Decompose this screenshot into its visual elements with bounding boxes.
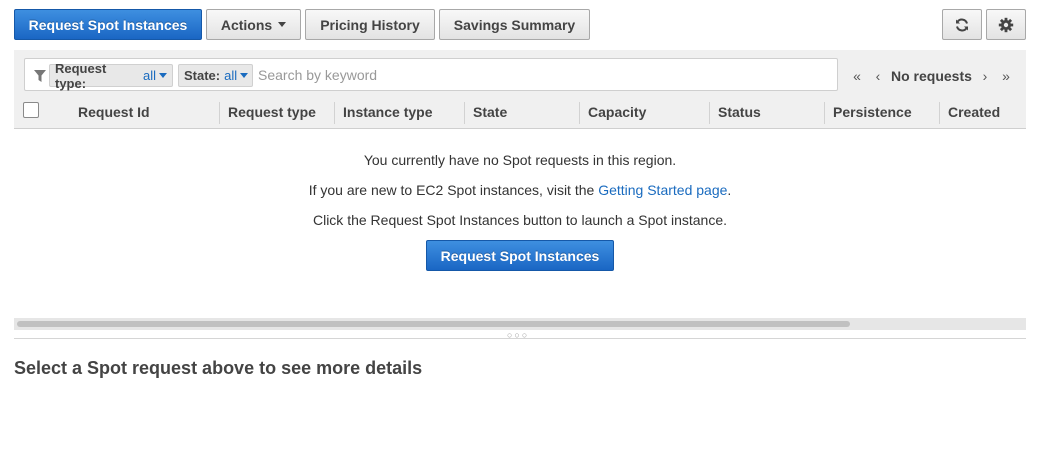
- scrollbar-thumb[interactable]: [17, 321, 850, 327]
- details-placeholder: Select a Spot request above to see more …: [14, 358, 423, 378]
- first-page-icon[interactable]: «: [850, 66, 864, 86]
- next-page-icon[interactable]: ›: [978, 66, 992, 86]
- column-header-request-type[interactable]: Request type: [220, 98, 316, 129]
- select-all-checkbox[interactable]: [23, 102, 39, 118]
- actions-label: Actions: [220, 16, 273, 33]
- request-type-filter-value: all: [142, 68, 156, 83]
- column-header-instance-type[interactable]: Instance type: [335, 98, 432, 129]
- chevron-down-icon: [278, 22, 287, 27]
- refresh-button[interactable]: [942, 9, 982, 40]
- column-header-status[interactable]: Status: [710, 98, 761, 129]
- filter-funnel-icon: [34, 70, 46, 82]
- panel-splitter[interactable]: ○○○: [14, 330, 1026, 340]
- request-spot-instances-button[interactable]: Request Spot Instances: [14, 9, 202, 40]
- actions-dropdown-button[interactable]: Actions: [206, 9, 301, 40]
- previous-page-icon[interactable]: ‹: [871, 66, 885, 86]
- column-header-persistence[interactable]: Persistence: [825, 98, 912, 129]
- settings-button[interactable]: [986, 9, 1026, 40]
- getting-started-suffix: .: [727, 182, 732, 198]
- pagination-status: No requests: [891, 68, 972, 84]
- column-header-created[interactable]: Created: [940, 98, 1000, 129]
- refresh-icon: [956, 18, 968, 31]
- chevron-down-icon: [240, 73, 249, 78]
- gear-icon: [998, 17, 1014, 32]
- request-type-filter-chip[interactable]: Request type: all: [49, 61, 173, 91]
- state-filter-label: State:: [184, 68, 221, 83]
- chevron-down-icon: [159, 73, 167, 78]
- request-type-filter-label: Request type:: [55, 60, 107, 91]
- search-box: Request type: all State: all: [24, 58, 838, 91]
- table-header: Request Id Request type Instance type St…: [14, 98, 1026, 129]
- column-header-request-id[interactable]: Request Id: [70, 98, 150, 129]
- state-filter-chip[interactable]: State: all: [178, 64, 253, 87]
- savings-summary-button[interactable]: Savings Summary: [439, 9, 590, 40]
- last-page-icon[interactable]: »: [999, 66, 1013, 86]
- column-header-state[interactable]: State: [465, 98, 507, 129]
- getting-started-message: If you are new to EC2 Spot instances, vi…: [14, 182, 1026, 198]
- horizontal-scrollbar[interactable]: [14, 318, 1026, 330]
- state-filter-value: all: [224, 68, 238, 83]
- column-header-capacity[interactable]: Capacity: [580, 98, 646, 129]
- drag-handle-icon[interactable]: ○○○: [507, 331, 529, 340]
- empty-state-request-spot-button[interactable]: Request Spot Instances: [426, 240, 614, 271]
- search-input[interactable]: [258, 62, 818, 88]
- empty-state-message: You currently have no Spot requests in t…: [363, 152, 677, 168]
- getting-started-prefix: If you are new to EC2 Spot instances, vi…: [308, 182, 599, 198]
- getting-started-link[interactable]: Getting Started page: [598, 182, 727, 198]
- launch-instruction-message: Click the Request Spot Instances button …: [312, 212, 728, 228]
- pricing-history-button[interactable]: Pricing History: [305, 9, 435, 40]
